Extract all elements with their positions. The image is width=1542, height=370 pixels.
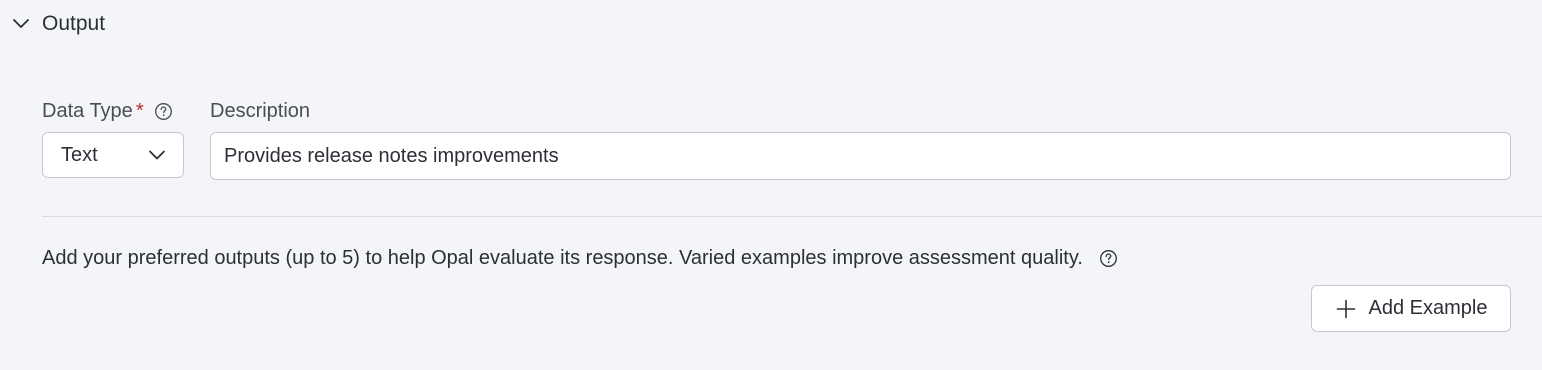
section-title: Output — [42, 12, 106, 35]
examples-hint-row: Add your preferred outputs (up to 5) to … — [42, 244, 1119, 272]
required-marker: * — [135, 99, 144, 122]
data-type-label: Data Type — [42, 99, 133, 122]
output-section-toggle[interactable]: Output — [10, 8, 105, 40]
chevron-down-icon — [147, 145, 167, 165]
data-type-label-row: Data Type * — [42, 98, 174, 124]
plus-icon — [1335, 298, 1357, 320]
examples-hint-text: Add your preferred outputs (up to 5) to … — [42, 246, 1083, 269]
description-input[interactable] — [210, 132, 1511, 180]
divider — [42, 216, 1542, 217]
question-circle-icon[interactable] — [154, 101, 174, 121]
add-example-label: Add Example — [1368, 297, 1488, 319]
data-type-select[interactable]: Text — [42, 132, 184, 178]
description-label-row: Description — [210, 98, 310, 124]
add-example-button[interactable]: Add Example — [1311, 285, 1511, 332]
description-label: Description — [210, 99, 311, 122]
question-circle-icon[interactable] — [1099, 248, 1119, 268]
chevron-down-icon — [10, 13, 32, 35]
data-type-selected-value: Text — [61, 143, 98, 166]
